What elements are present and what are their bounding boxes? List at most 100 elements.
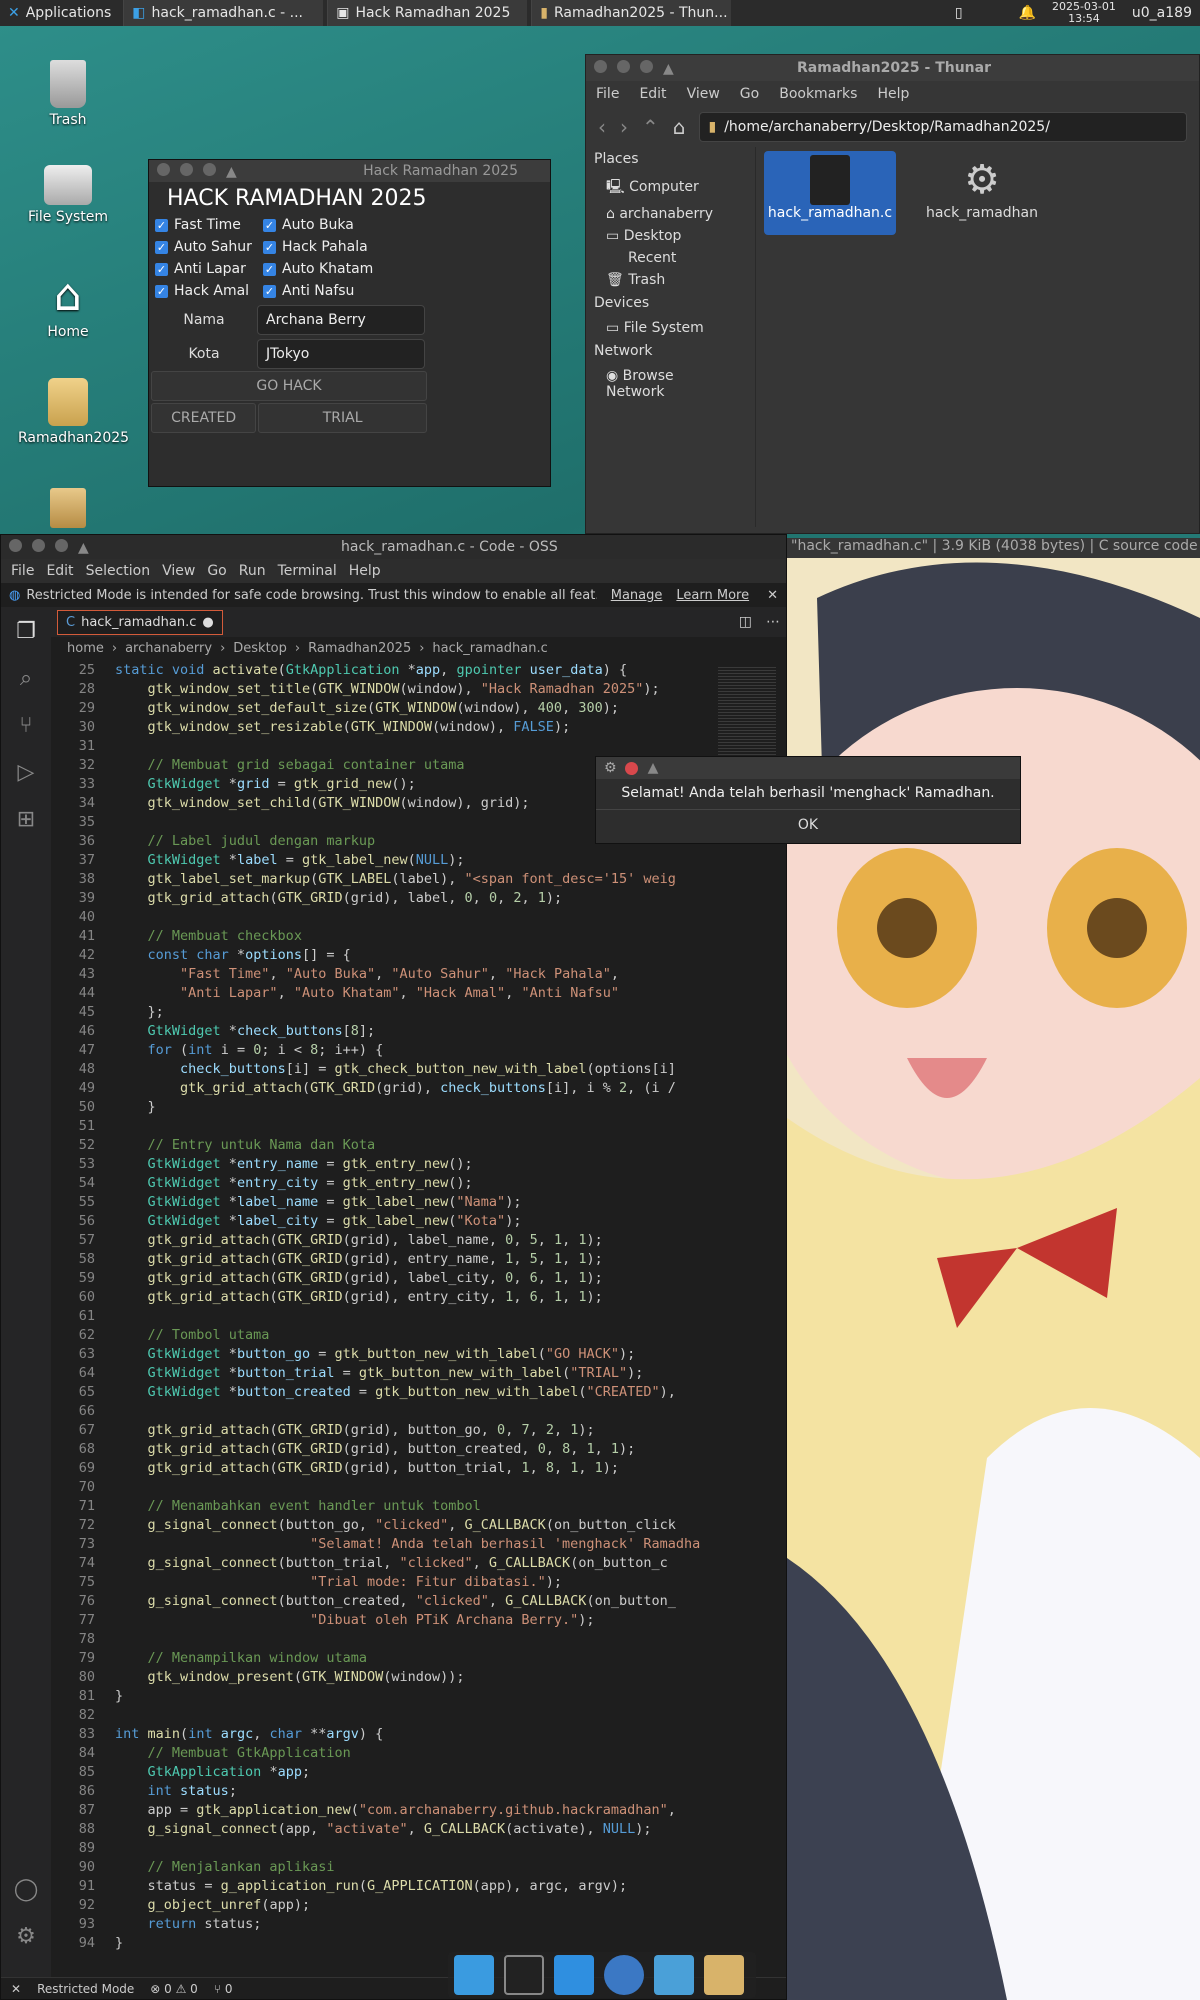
- phone-icon[interactable]: ▯: [947, 0, 971, 26]
- crumb-home[interactable]: home: [67, 641, 104, 656]
- clock[interactable]: 2025-03-01 13:54: [1052, 1, 1116, 25]
- unsaved-dot-icon[interactable]: ●: [202, 615, 213, 630]
- split-editor-icon[interactable]: ◫: [739, 614, 752, 630]
- file-item-binary[interactable]: ⚙ hack_ramadhan: [916, 151, 1048, 235]
- options-grid: ✓ Fast Time ✓ Auto Buka ✓ Auto Sahur ✓ Hack …: [149, 215, 550, 301]
- ok-button[interactable]: OK: [596, 809, 1020, 840]
- task-gtk[interactable]: ▣ Hack Ramadhan 2025: [327, 0, 528, 26]
- vscode-icon: ◧: [132, 5, 146, 21]
- learn-more-link[interactable]: Learn More: [676, 588, 749, 603]
- option-auto-khatam[interactable]: ✓ Auto Khatam: [263, 261, 393, 277]
- option-anti-nafsu[interactable]: ✓ Anti Nafsu: [263, 283, 393, 299]
- menu-help[interactable]: Help: [349, 563, 381, 579]
- sidebar-item-trash[interactable]: 🗑 Trash: [594, 269, 747, 291]
- close-icon[interactable]: ✕: [767, 588, 778, 603]
- menu-bookmarks[interactable]: Bookmarks: [779, 86, 857, 102]
- created-button[interactable]: CREATED: [151, 403, 257, 433]
- window-controls[interactable]: ▲: [9, 538, 101, 556]
- user-name[interactable]: u0_a189: [1124, 0, 1200, 26]
- remote-icon[interactable]: ✕: [11, 1982, 21, 1996]
- crumb-file[interactable]: hack_ramadhan.c: [432, 641, 547, 656]
- desktop-home[interactable]: ⌂ Home: [18, 272, 118, 341]
- desktop-ramadhan-folder[interactable]: Ramadhan2025: [18, 378, 129, 446]
- menu-help[interactable]: Help: [877, 86, 909, 102]
- trial-button[interactable]: TRIAL: [258, 403, 427, 433]
- sidebar-item-network[interactable]: ◉ Browse Network: [594, 365, 747, 403]
- problems-status[interactable]: ⊗ 0 ⚠ 0: [150, 1982, 198, 1996]
- menu-edit[interactable]: Edit: [639, 86, 666, 102]
- menu-selection[interactable]: Selection: [86, 563, 151, 579]
- up-icon[interactable]: ⌃: [642, 115, 659, 139]
- crumb-folder[interactable]: Ramadhan2025: [308, 641, 411, 656]
- option-hack-amal[interactable]: ✓ Hack Amal: [155, 283, 263, 299]
- task-code[interactable]: ◧ hack_ramadhan.c - ...: [123, 0, 324, 26]
- file-view: hack_ramadhan.c ⚙ hack_ramadhan: [756, 147, 1199, 527]
- forward-icon[interactable]: ›: [620, 115, 628, 139]
- extensions-icon[interactable]: ⊞: [17, 807, 35, 832]
- check-icon: ✓: [155, 284, 168, 298]
- city-input[interactable]: JTokyo: [257, 339, 425, 369]
- menu-go[interactable]: Go: [207, 563, 226, 579]
- menu-go[interactable]: Go: [740, 86, 759, 102]
- source-control-icon[interactable]: ⑂: [19, 713, 32, 738]
- crumb-user[interactable]: archanaberry: [125, 641, 212, 656]
- option-hack-pahala[interactable]: ✓ Hack Pahala: [263, 239, 393, 255]
- close-icon[interactable]: [624, 761, 638, 775]
- gear-icon[interactable]: ⚙: [604, 760, 617, 776]
- desktop-icon[interactable]: [454, 1955, 494, 1995]
- name-input[interactable]: Archana Berry: [257, 305, 425, 335]
- back-icon[interactable]: ‹: [598, 115, 606, 139]
- more-icon[interactable]: ⋯: [766, 614, 780, 630]
- menu-view[interactable]: View: [162, 563, 195, 579]
- applications-menu[interactable]: ✕ Applications: [0, 0, 119, 26]
- location-bar[interactable]: ▮ /home/archanaberry/Desktop/Ramadhan202…: [699, 112, 1187, 142]
- browser-icon[interactable]: [604, 1955, 644, 1995]
- option-anti-lapar[interactable]: ✓ Anti Lapar: [155, 261, 263, 277]
- search-icon[interactable]: [654, 1955, 694, 1995]
- window-controls[interactable]: ▲: [594, 59, 686, 77]
- crumb-desktop[interactable]: Desktop: [233, 641, 287, 656]
- restricted-mode-status[interactable]: Restricted Mode: [37, 1982, 134, 1996]
- option-fast-time[interactable]: ✓ Fast Time: [155, 217, 263, 233]
- task-thunar[interactable]: ▮ Ramadhan2025 - Thun...: [531, 0, 732, 26]
- menu-file[interactable]: File: [596, 86, 619, 102]
- tab-hack-ramadhan[interactable]: C hack_ramadhan.c ●: [57, 609, 223, 635]
- go-hack-button[interactable]: GO HACK: [151, 371, 427, 401]
- breadcrumb: home › archanaberry › Desktop › Ramadhan202…: [51, 637, 786, 659]
- sidebar-item-filesystem[interactable]: ▭ File System: [594, 317, 747, 339]
- drive-icon: ▭: [606, 320, 624, 336]
- home-icon[interactable]: ⌂: [673, 115, 686, 139]
- code-content[interactable]: 25 static void activate(GtkApplication *a…: [51, 659, 786, 1953]
- shade-icon[interactable]: ▲: [648, 760, 659, 776]
- run-debug-icon[interactable]: ▷: [18, 760, 35, 785]
- chevron-right-icon: ›: [220, 640, 226, 656]
- sidebar-item-desktop[interactable]: ▭ Desktop: [594, 225, 747, 247]
- package-icon[interactable]: [50, 488, 86, 528]
- terminal-icon[interactable]: [504, 1955, 544, 1995]
- bell-icon[interactable]: 🔔: [1011, 0, 1044, 26]
- sidebar-item-home[interactable]: ⌂ archanaberry: [594, 203, 747, 225]
- desktop-trash[interactable]: Trash: [18, 60, 118, 128]
- file-item-source[interactable]: hack_ramadhan.c: [764, 151, 896, 235]
- folder-icon[interactable]: [704, 1955, 744, 1995]
- sidebar-item-computer[interactable]: 🖳 Computer: [594, 173, 747, 203]
- sidebar-item-recent[interactable]: Recent: [594, 247, 747, 269]
- window-controls[interactable]: ▲: [157, 162, 249, 180]
- menu-terminal[interactable]: Terminal: [278, 563, 337, 579]
- ports-status[interactable]: ⑂ 0: [214, 1982, 233, 1996]
- file-manager-icon[interactable]: [554, 1955, 594, 1995]
- search-icon[interactable]: ⌕: [20, 666, 32, 691]
- option-auto-sahur[interactable]: ✓ Auto Sahur: [155, 239, 263, 255]
- option-auto-buka[interactable]: ✓ Auto Buka: [263, 217, 393, 233]
- gtk-titlebar: ▲ Hack Ramadhan 2025: [149, 160, 550, 182]
- desktop-filesystem[interactable]: File System: [18, 165, 118, 225]
- files-icon[interactable]: ❐: [16, 619, 36, 644]
- menu-run[interactable]: Run: [239, 563, 266, 579]
- menu-view[interactable]: View: [687, 86, 720, 102]
- menu-file[interactable]: File: [11, 563, 34, 579]
- manage-link[interactable]: Manage: [611, 588, 663, 603]
- account-icon[interactable]: ◯: [14, 1877, 39, 1902]
- gear-icon[interactable]: ⚙: [16, 1924, 36, 1949]
- menu-edit[interactable]: Edit: [46, 563, 73, 579]
- network-icon: ◉: [606, 368, 623, 384]
